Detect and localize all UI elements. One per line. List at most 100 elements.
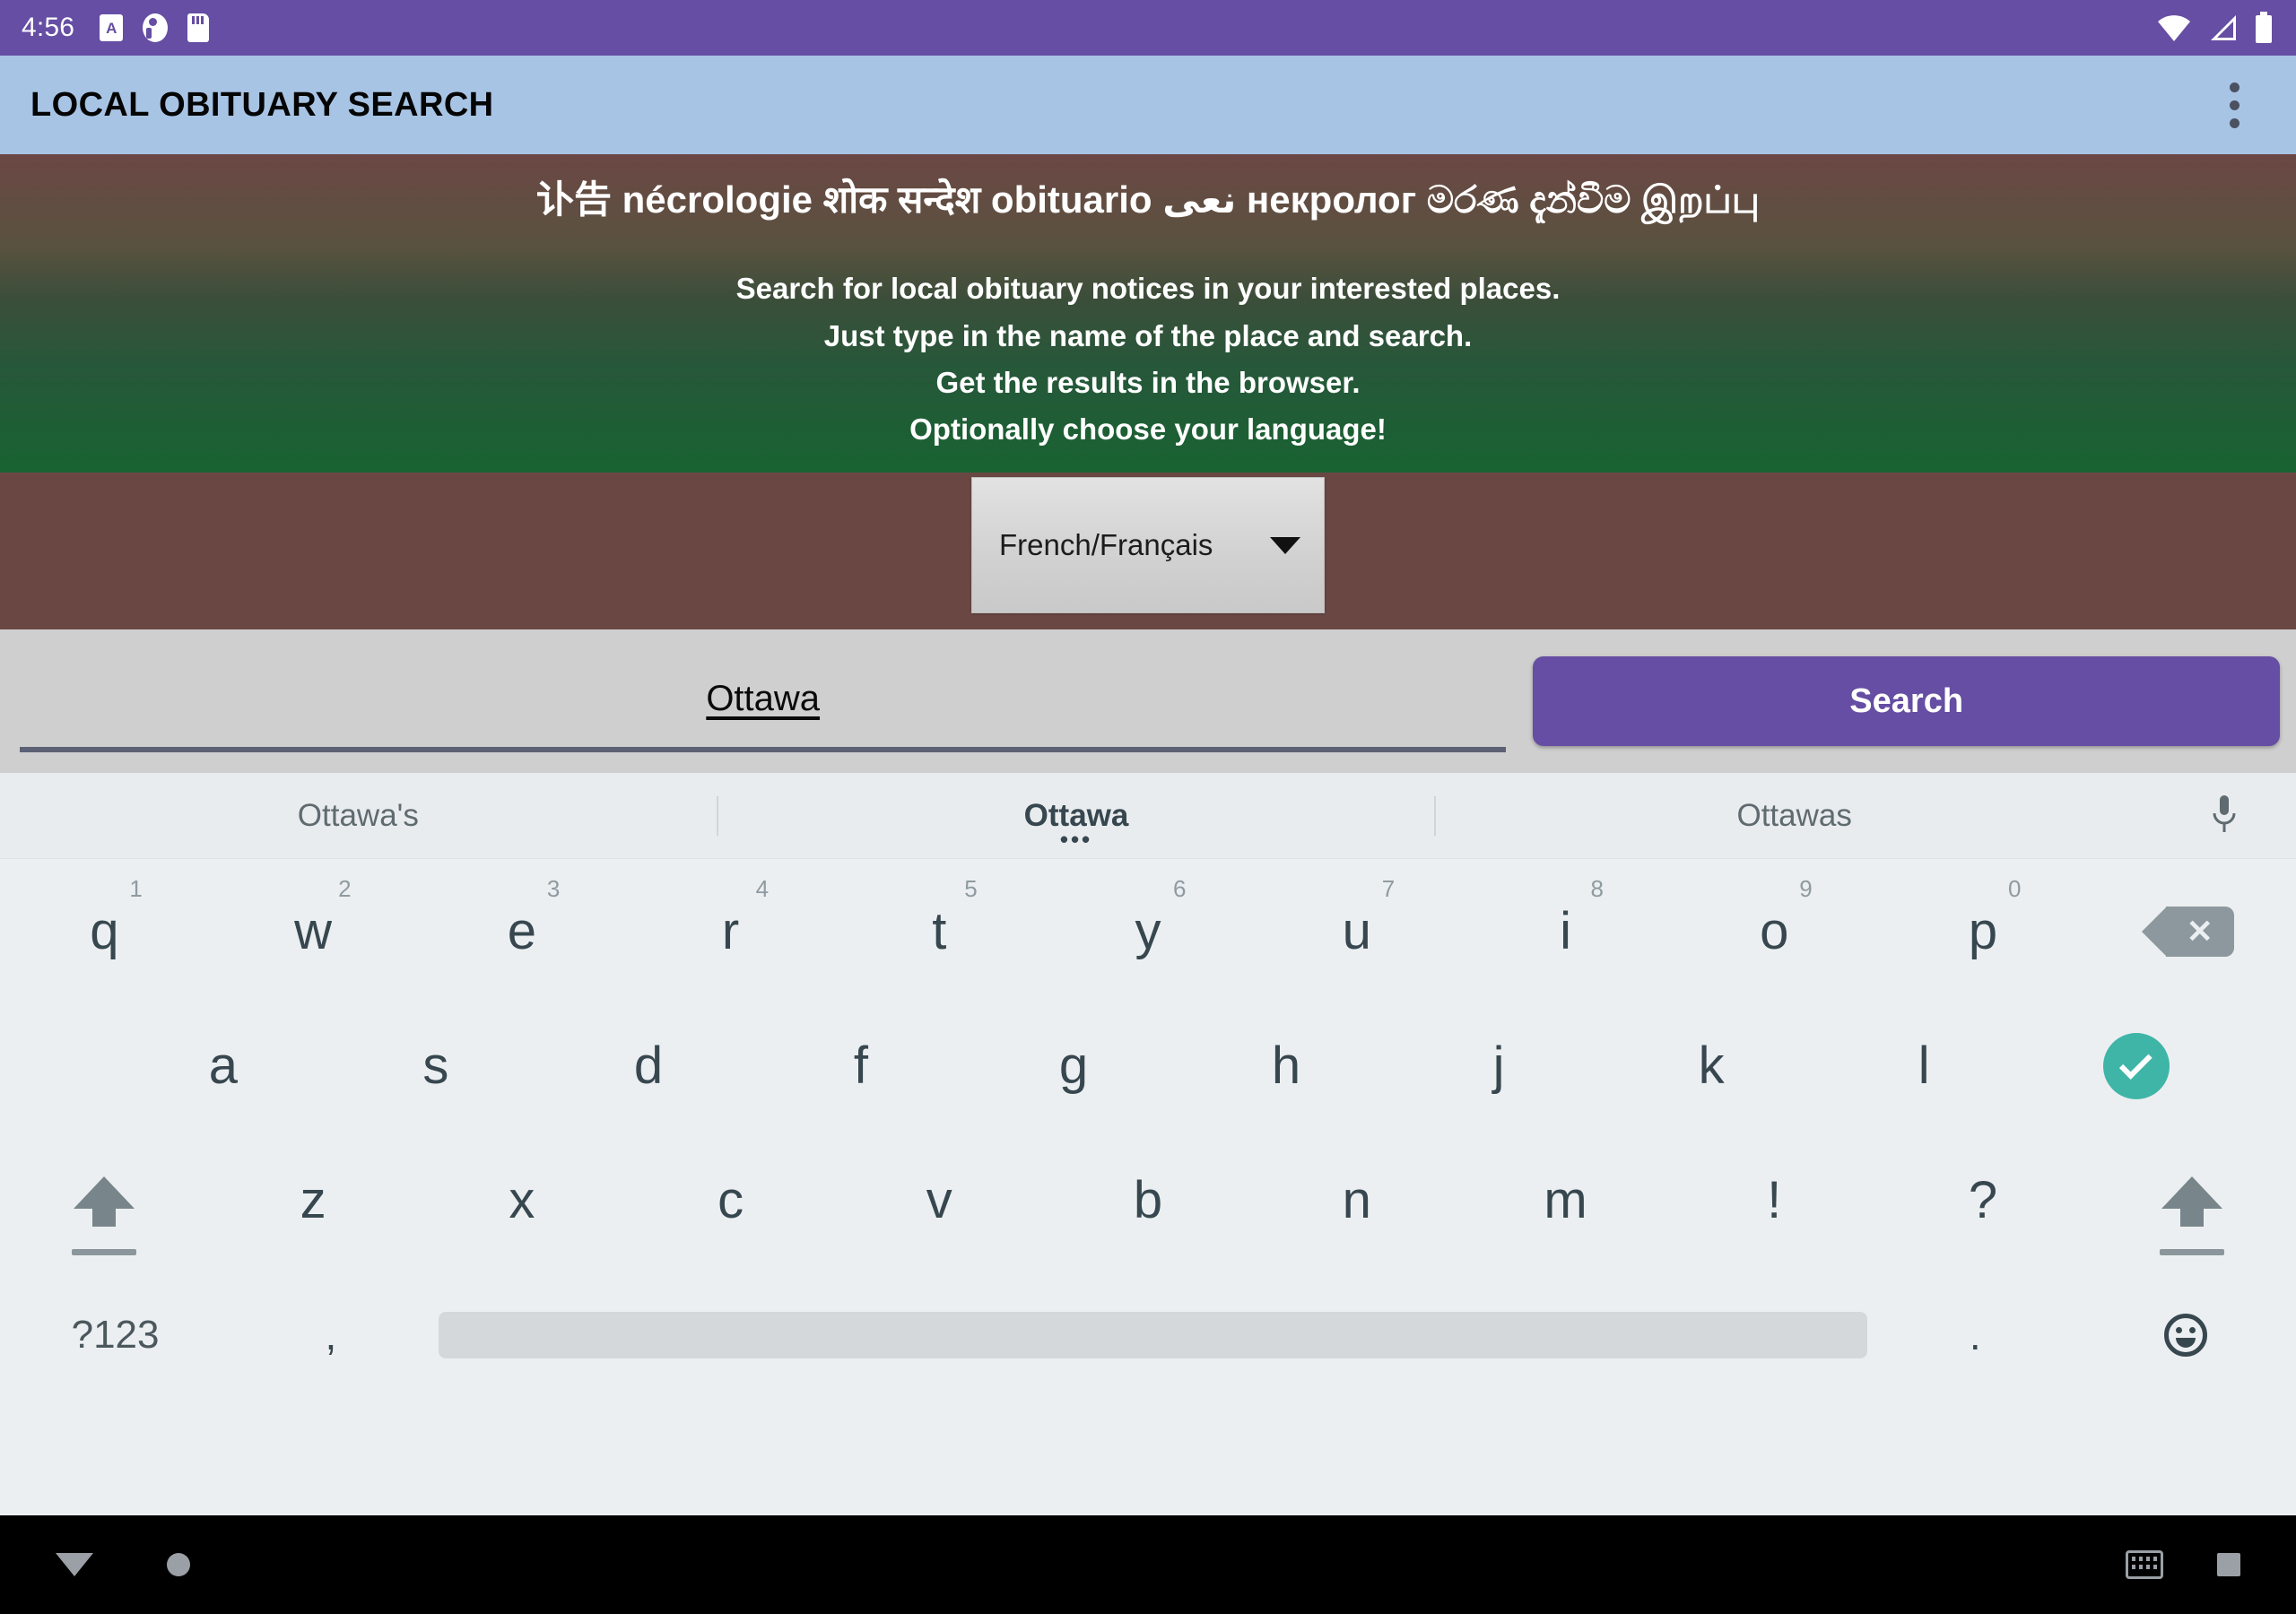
key-u[interactable]: 7 u: [1252, 864, 1461, 999]
nav-right-group: [2126, 1550, 2240, 1579]
keyboard-row-2: a s d f g h j k l: [0, 999, 2296, 1133]
sd-card-icon: [187, 13, 210, 42]
recents-square-icon[interactable]: [2217, 1553, 2240, 1576]
chevron-down-icon: [1270, 536, 1300, 554]
overflow-menu-icon[interactable]: [2203, 66, 2266, 143]
key-l[interactable]: l: [1818, 999, 2031, 1133]
key-f[interactable]: f: [754, 999, 967, 1133]
key-o[interactable]: 9 o: [1670, 864, 1879, 999]
key-t[interactable]: 5 t: [835, 864, 1044, 999]
enter-circle: [2103, 1033, 2170, 1099]
key-question[interactable]: ?: [1879, 1133, 2088, 1268]
key-label: e: [507, 902, 536, 960]
search-input-value: Ottawa: [706, 678, 821, 718]
key-label: g: [1058, 1037, 1089, 1095]
search-row: Ottawa Search: [0, 629, 2296, 773]
key-hint-4: 4: [755, 875, 770, 902]
overflow-dot: [2229, 100, 2239, 110]
checkmark-enter-icon[interactable]: [2031, 999, 2243, 1133]
status-clock: 4:56: [22, 13, 75, 42]
key-label: c: [718, 1171, 744, 1229]
key-comma[interactable]: ,: [230, 1268, 431, 1402]
key-s[interactable]: s: [329, 999, 542, 1133]
page-title: LOCAL OBITUARY SEARCH: [30, 85, 494, 124]
key-y[interactable]: 6 y: [1044, 864, 1253, 999]
key-z[interactable]: z: [209, 1133, 418, 1268]
key-v[interactable]: v: [835, 1133, 1044, 1268]
key-hint-5: 5: [964, 875, 978, 902]
key-exclamation[interactable]: !: [1670, 1133, 1879, 1268]
key-label: ?: [1968, 1171, 1998, 1229]
key-b[interactable]: b: [1044, 1133, 1253, 1268]
status-bar: 4:56 A: [0, 0, 2296, 56]
key-q[interactable]: 1 q: [0, 864, 209, 999]
key-label: p: [1968, 902, 1998, 960]
key-hint-6: 6: [1173, 875, 1187, 902]
key-hint-3: 3: [546, 875, 561, 902]
back-triangle-icon[interactable]: [56, 1553, 93, 1576]
key-n[interactable]: n: [1252, 1133, 1461, 1268]
key-period[interactable]: .: [1874, 1268, 2075, 1402]
row2-right-pad: [2243, 999, 2296, 1133]
key-g[interactable]: g: [968, 999, 1180, 1133]
key-hint-1: 1: [129, 875, 143, 902]
key-hint-7: 7: [1381, 875, 1396, 902]
suggestion-item[interactable]: Ottawas: [1436, 773, 2152, 858]
suggestion-strip: Ottawa's Ottawa ••• Ottawas: [0, 773, 2296, 859]
key-j[interactable]: j: [1393, 999, 1605, 1133]
volume-icon: [143, 13, 169, 42]
key-h[interactable]: h: [1180, 999, 1393, 1133]
cell-signal-icon: [2211, 15, 2236, 40]
key-k[interactable]: k: [1605, 999, 1818, 1133]
key-label: k: [1698, 1037, 1725, 1095]
search-input[interactable]: Ottawa: [20, 652, 1507, 752]
key-w[interactable]: 2 w: [209, 864, 418, 999]
android-nav-bar: [0, 1515, 2296, 1614]
key-c[interactable]: c: [626, 1133, 835, 1268]
key-symbols[interactable]: ?123: [0, 1268, 230, 1402]
emoji-smiley-icon[interactable]: [2075, 1268, 2296, 1402]
key-label: t: [932, 902, 947, 960]
key-e[interactable]: 3 e: [417, 864, 626, 999]
search-button[interactable]: Search: [1533, 656, 2280, 746]
language-select[interactable]: French/Français: [971, 477, 1325, 613]
banner-line: Get the results in the browser.: [935, 365, 1361, 399]
key-label: a: [208, 1037, 239, 1095]
key-label: h: [1271, 1037, 1301, 1095]
keyboard-indicator-icon[interactable]: [2126, 1550, 2163, 1579]
key-a[interactable]: a: [117, 999, 329, 1133]
key-label: l: [1918, 1037, 1930, 1095]
key-i[interactable]: 8 i: [1461, 864, 1670, 999]
suggestion-item-active[interactable]: Ottawa •••: [718, 773, 1435, 858]
microphone-icon[interactable]: [2152, 794, 2296, 838]
backspace-icon[interactable]: ✕: [2087, 864, 2296, 999]
key-p[interactable]: 0 p: [1879, 864, 2088, 999]
wifi-icon: [2158, 15, 2190, 41]
suggestion-item[interactable]: Ottawa's: [0, 773, 717, 858]
shift-arrow-glyph: [74, 1176, 135, 1227]
banner-line: Just type in the name of the place and s…: [823, 318, 1473, 352]
key-label: w: [294, 902, 333, 960]
banner-description: Search for local obituary notices in you…: [736, 265, 1561, 453]
key-x[interactable]: x: [417, 1133, 626, 1268]
key-d[interactable]: d: [542, 999, 754, 1133]
overflow-dot: [2229, 82, 2239, 92]
key-hint-8: 8: [1590, 875, 1604, 902]
banner-multilingual-heading: 讣告 nécrologie शोक सन्देश obituario نعی н…: [535, 178, 1761, 221]
key-label: q: [90, 902, 119, 960]
shift-icon-right[interactable]: [2087, 1133, 2296, 1268]
suggestion-label: Ottawa's: [297, 797, 419, 833]
key-r[interactable]: 4 r: [626, 864, 835, 999]
language-band: French/Français: [0, 473, 2296, 629]
language-select-value: French/Français: [999, 528, 1213, 561]
microphone-glyph: [2213, 794, 2236, 832]
status-left-icons: A: [100, 13, 210, 42]
key-m[interactable]: m: [1461, 1133, 1670, 1268]
home-circle-icon[interactable]: [167, 1553, 190, 1576]
shift-icon-left[interactable]: [0, 1133, 209, 1268]
key-space[interactable]: [431, 1268, 1875, 1402]
backspace-glyph: ✕: [2141, 907, 2234, 957]
key-label: ,: [325, 1312, 337, 1358]
key-label: r: [721, 902, 740, 960]
key-label: y: [1135, 902, 1161, 960]
